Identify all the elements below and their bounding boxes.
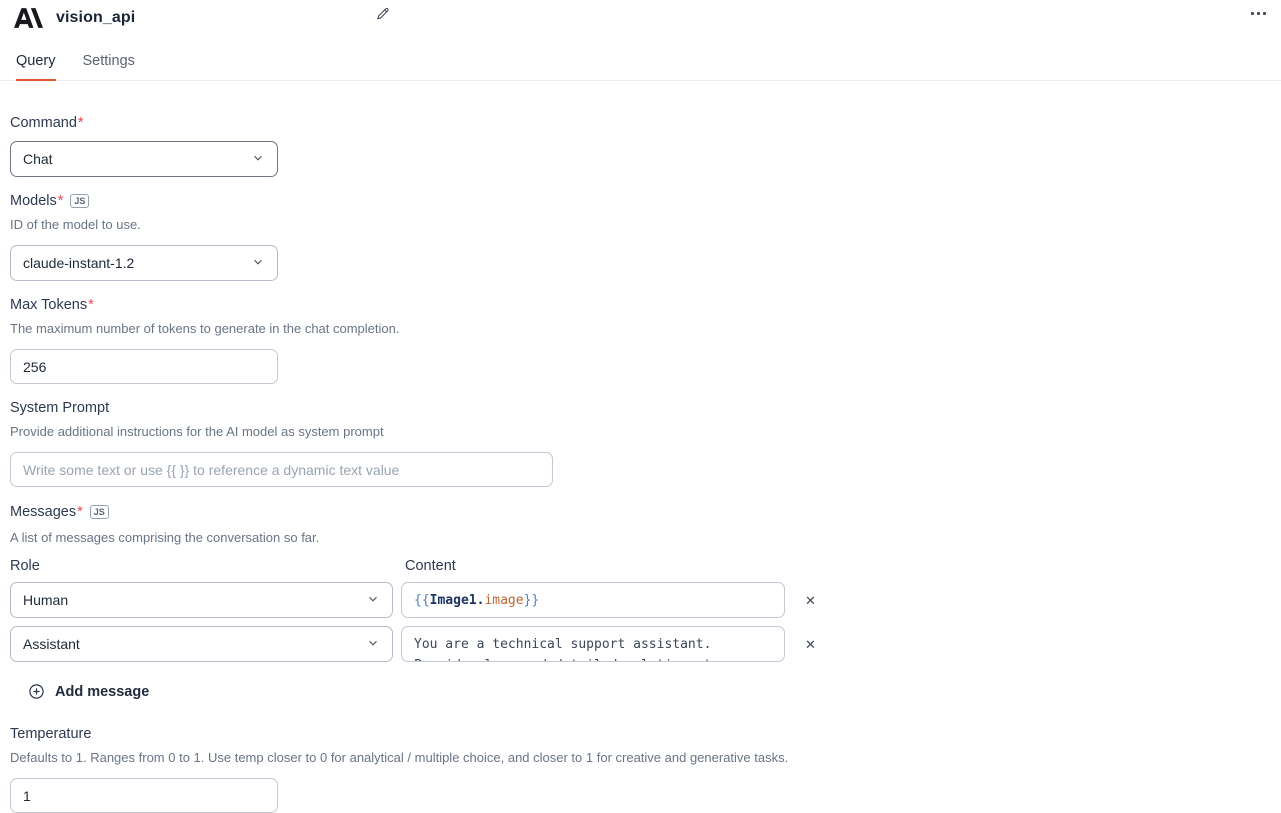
role-select-assistant[interactable]: Assistant <box>10 626 393 662</box>
role-select-value: Assistant <box>23 636 80 652</box>
chevron-down-icon <box>251 151 265 168</box>
page-title: vision_api <box>56 9 135 27</box>
required-asterisk: * <box>58 193 64 209</box>
system-prompt-helper-text: Provide additional instructions for the … <box>10 424 1271 439</box>
tab-bar: Query Settings <box>0 53 1281 81</box>
models-select-value: claude-instant-1.2 <box>23 255 134 271</box>
role-column-header: Role <box>10 558 401 574</box>
tab-query-label: Query <box>16 53 56 69</box>
remove-message-button[interactable]: ✕ <box>801 590 820 611</box>
ellipsis-icon <box>1251 12 1266 15</box>
message-row: Human {{Image1.image}} ✕ <box>10 582 1271 618</box>
role-select-human[interactable]: Human <box>10 582 393 618</box>
add-message-label: Add message <box>55 684 149 700</box>
add-message-button[interactable]: Add message <box>26 681 151 702</box>
messages-field: Messages* JS A list of messages comprisi… <box>10 504 1271 702</box>
remove-message-button[interactable]: ✕ <box>801 634 820 655</box>
required-asterisk: * <box>88 297 94 313</box>
chevron-down-icon <box>366 636 380 653</box>
edit-title-button[interactable] <box>373 4 393 24</box>
messages-helper-text: A list of messages comprising the conver… <box>10 530 1271 545</box>
required-asterisk: * <box>78 115 84 131</box>
system-prompt-field: System Prompt Provide additional instruc… <box>10 400 1271 487</box>
more-options-button[interactable] <box>1248 9 1269 18</box>
max-tokens-helper-text: The maximum number of tokens to generate… <box>10 321 1271 336</box>
query-form: Command* Chat Models* JS ID of the model… <box>0 81 1281 813</box>
template-brace-open: {{ <box>414 593 430 608</box>
chevron-down-icon <box>366 592 380 609</box>
system-prompt-input[interactable] <box>10 452 553 487</box>
max-tokens-input[interactable] <box>10 349 278 384</box>
temperature-field: Temperature Defaults to 1. Ranges from 0… <box>10 726 1271 813</box>
models-label: Models* JS <box>10 193 1271 209</box>
system-prompt-label: System Prompt <box>10 400 1271 416</box>
role-select-value: Human <box>23 592 68 608</box>
command-select-value: Chat <box>23 151 53 167</box>
close-icon: ✕ <box>805 593 816 608</box>
tab-settings-label: Settings <box>83 53 135 69</box>
plus-circle-icon <box>28 683 45 700</box>
message-content-input[interactable]: You are a technical support assistant. P… <box>401 626 785 662</box>
required-asterisk: * <box>77 504 83 520</box>
js-badge[interactable]: JS <box>90 505 109 519</box>
app-root: vision_api Query Settings <box>0 0 1281 813</box>
template-object: Image1. <box>430 593 485 608</box>
models-select[interactable]: claude-instant-1.2 <box>10 245 278 281</box>
messages-label: Messages* JS <box>10 504 1271 520</box>
command-select[interactable]: Chat <box>10 141 278 177</box>
pencil-icon <box>376 9 390 24</box>
command-label: Command* <box>10 115 1271 131</box>
max-tokens-label: Max Tokens* <box>10 297 1271 313</box>
max-tokens-field: Max Tokens* The maximum number of tokens… <box>10 297 1271 384</box>
models-field: Models* JS ID of the model to use. claud… <box>10 193 1271 281</box>
template-brace-close: }} <box>524 593 540 608</box>
command-field: Command* Chat <box>10 115 1271 177</box>
template-property: image <box>484 593 523 608</box>
anthropic-logo <box>14 8 43 28</box>
temperature-label: Temperature <box>10 726 1271 742</box>
close-icon: ✕ <box>805 637 816 652</box>
header-bar: vision_api <box>0 0 1281 30</box>
messages-column-headers: Role Content <box>10 558 1271 574</box>
message-row: Assistant You are a technical support as… <box>10 626 1271 662</box>
tab-query[interactable]: Query <box>16 53 56 81</box>
temperature-helper-text: Defaults to 1. Ranges from 0 to 1. Use t… <box>10 750 1271 765</box>
message-content-input[interactable]: {{Image1.image}} <box>401 582 785 618</box>
temperature-input[interactable] <box>10 778 278 813</box>
js-badge[interactable]: JS <box>70 194 89 208</box>
chevron-down-icon <box>251 255 265 272</box>
tab-settings[interactable]: Settings <box>83 53 135 80</box>
content-column-header: Content <box>401 558 456 574</box>
models-helper-text: ID of the model to use. <box>10 217 1271 232</box>
